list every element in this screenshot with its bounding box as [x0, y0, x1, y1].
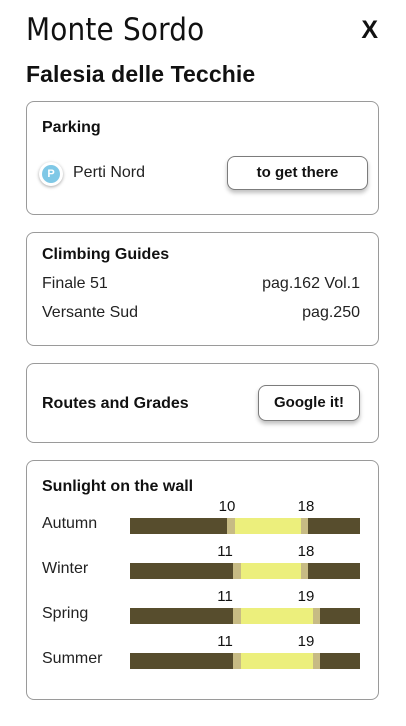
- sun-end-hour: 19: [297, 633, 315, 650]
- sun-start-hour: 11: [217, 633, 233, 650]
- sun-bar: [130, 563, 360, 579]
- parking-icon: P: [39, 162, 63, 186]
- sun-period: [235, 518, 301, 534]
- close-button[interactable]: X: [361, 16, 378, 44]
- sun-set-transition: [301, 563, 308, 579]
- parking-card: Parking P Perti Nord to get there: [26, 101, 379, 215]
- season-row-autumn: 10 18 Autumn: [27, 498, 380, 543]
- season-row-spring: 11 19 Spring: [27, 588, 380, 633]
- sun-rise-transition: [233, 653, 241, 669]
- sun-set-transition: [301, 518, 308, 534]
- sunlight-title: Sunlight on the wall: [42, 478, 194, 495]
- guides-title: Climbing Guides: [42, 246, 170, 263]
- guide-name: Finale 51: [42, 275, 108, 292]
- sun-start-hour: 11: [217, 543, 233, 560]
- guide-page: pag.162 Vol.1: [262, 275, 360, 292]
- guide-row: Versante Sud pag.250: [42, 302, 360, 324]
- sun-set-transition: [313, 608, 320, 624]
- sun-end-hour: 19: [297, 588, 315, 605]
- sun-start-hour: 11: [217, 588, 233, 605]
- sun-end-hour: 18: [297, 543, 315, 560]
- sun-period: [241, 608, 313, 624]
- directions-button[interactable]: to get there: [227, 156, 368, 190]
- crag-name: Monte Sordo: [26, 12, 205, 48]
- season-row-summer: 11 19 Summer: [27, 633, 380, 678]
- season-label: Autumn: [42, 515, 98, 532]
- season-label: Summer: [42, 650, 103, 667]
- sun-bar: [130, 608, 360, 624]
- routes-card: Routes and Grades Google it!: [26, 363, 379, 443]
- sun-period: [241, 653, 313, 669]
- season-row-winter: 11 18 Winter: [27, 543, 380, 588]
- sector-title: Falesia delle Tecchie: [26, 61, 256, 87]
- guide-row: Finale 51 pag.162 Vol.1: [42, 273, 360, 295]
- sun-end-hour: 18: [297, 498, 315, 515]
- google-search-button[interactable]: Google it!: [258, 385, 360, 421]
- app-header: Monte Sordo X: [26, 12, 382, 48]
- sun-rise-transition: [233, 563, 241, 579]
- season-label: Winter: [42, 560, 89, 577]
- sun-rise-transition: [233, 608, 241, 624]
- sun-period: [241, 563, 301, 579]
- guide-name: Versante Sud: [42, 304, 139, 321]
- parking-name: Perti Nord: [73, 164, 146, 181]
- climbing-guides-card: Climbing Guides Finale 51 pag.162 Vol.1 …: [26, 232, 379, 346]
- sunlight-card: Sunlight on the wall 10 18 Autumn 11 18 …: [26, 460, 379, 700]
- parking-icon-letter: P: [42, 165, 60, 183]
- parking-title: Parking: [42, 119, 101, 136]
- sun-set-transition: [313, 653, 320, 669]
- season-label: Spring: [42, 605, 89, 622]
- sun-start-hour: 10: [218, 498, 236, 515]
- sun-bar: [130, 653, 360, 669]
- sun-bar: [130, 518, 360, 534]
- sun-rise-transition: [227, 518, 235, 534]
- routes-title: Routes and Grades: [42, 395, 189, 412]
- guide-page: pag.250: [302, 304, 360, 321]
